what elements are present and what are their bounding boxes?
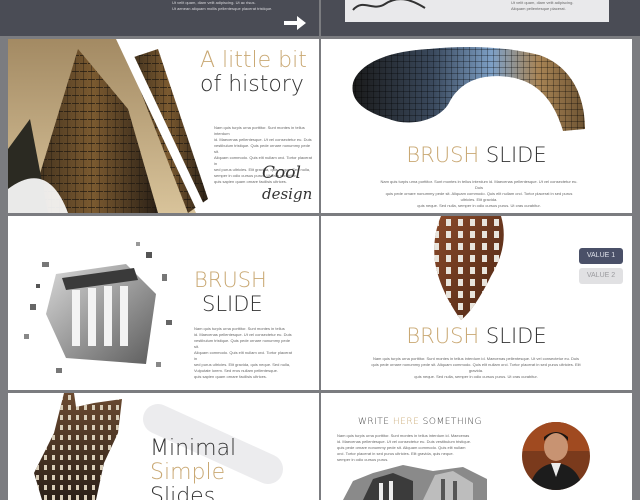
brush-top-body-line: quis pede ornare nonummy pede sit. Aliqu…	[385, 191, 573, 202]
brush-mid-left-title-word2: SLIDE	[202, 292, 263, 316]
brush-top-body-line: quis neque. Sed nulla, semper in odio cu…	[417, 203, 541, 208]
brush-mid-right-title: BRUSH SLIDE	[321, 324, 632, 348]
building-sketch-photo	[343, 465, 487, 500]
tower-silhouette-photo	[34, 393, 122, 500]
minimal-line2: Simple	[150, 460, 226, 485]
minimal-line1: Minimal	[150, 436, 237, 461]
exploding-building-photo	[24, 242, 172, 373]
brush-mid-left-body-line: quis sapien quam ornare facilisis ultric…	[194, 374, 267, 379]
brush-mid-right-title-word2: SLIDE	[485, 324, 547, 348]
script-decoration	[352, 0, 426, 11]
brush-top-body: Nam quis turpis urna porttitor. Sunt mon…	[379, 179, 579, 209]
avatar	[522, 422, 590, 490]
slide-grid: Ut velit quam, diam velit adipiscing. Ut…	[0, 0, 640, 500]
history-title-line1: A little bit	[200, 48, 307, 73]
history-script-line1: Cool	[262, 163, 301, 183]
value-2-button[interactable]: VALUE 2	[579, 268, 623, 284]
slide-minimal[interactable]: Minimal Simple Slides	[8, 393, 319, 500]
brush-mid-right-title-word1: BRUSH	[406, 324, 480, 348]
brush-mid-left-body-line: Aliquam commodo. Quis elit nullam orci. …	[194, 350, 292, 361]
write-here-title: WRITE HERE SOMETHING	[358, 417, 482, 427]
write-here-word-write: WRITE	[358, 417, 390, 427]
skyscraper-photo	[8, 39, 208, 213]
write-here-word-something: SOMETHING	[422, 417, 483, 427]
slide-write-here[interactable]: WRITE HERE SOMETHING Nam quis turpis urn…	[321, 393, 632, 500]
slide-top-right[interactable]: Ut velit quam, diam velit adipiscing. Al…	[321, 0, 640, 36]
value-1-button[interactable]: VALUE 1	[579, 248, 623, 264]
slide-top-left[interactable]: Ut velit quam, diam velit adipiscing. Ut…	[0, 0, 319, 36]
brush-top-body-line: Nam quis turpis urna porttitor. Sunt mon…	[380, 179, 578, 190]
brush-mid-left-body: Nam quis turpis urna porttitor. Sunt mon…	[194, 326, 294, 380]
history-body-line: Nam quis turpis urna porttitor. Sunt mon…	[214, 125, 305, 136]
brush-mid-left-title-word1: BRUSH	[194, 268, 267, 292]
write-here-word-here: HERE	[392, 417, 420, 427]
brush-top-title-word2: SLIDE	[485, 143, 547, 167]
brush-building-photo	[352, 47, 585, 131]
slide-brush-mid-right[interactable]: VALUE 1 VALUE 2 BRUSH SLIDE Nam quis tur…	[321, 216, 632, 390]
brush-mid-right-body: Nam quis turpis urna porttitor. Sunt mon…	[365, 356, 587, 380]
slide-top-right-text-2: Aliquam pellentesque placerat.	[511, 6, 566, 11]
brush-mid-right-body-line: quis pede ornare nonummy pede sit. Aliqu…	[371, 362, 581, 373]
history-body-line: vestibulum tristique. Quis pede ornare n…	[214, 143, 311, 154]
minimal-line3: Slides	[150, 484, 216, 500]
slide-brush-mid-left[interactable]: BRUSH SLIDE Nam quis turpis urna porttit…	[8, 216, 319, 390]
arrow-right-icon	[284, 16, 306, 30]
brick-building-photo	[434, 216, 504, 320]
write-here-body: Nam quis turpis urna porttitor. Sunt mon…	[337, 433, 503, 463]
brush-top-title-word1: BRUSH	[406, 143, 480, 167]
brush-mid-left-body-line: vestibulum tristique. Quis pede ornare n…	[194, 338, 291, 349]
slide-history[interactable]: A little bit of history Nam quis turpis …	[8, 39, 319, 213]
slide-brush-top[interactable]: BRUSH SLIDE Nam quis turpis urna porttit…	[321, 39, 632, 213]
slide-top-left-text-2: Ut aenean aliquam mollis pellentesque pl…	[172, 6, 273, 11]
history-script-line2: design	[262, 185, 313, 203]
brush-mid-right-body-line: quis neque. Sed nulla, semper in odio cu…	[414, 374, 538, 379]
brush-top-title: BRUSH SLIDE	[321, 143, 632, 167]
history-title-line2: of history	[200, 72, 304, 97]
